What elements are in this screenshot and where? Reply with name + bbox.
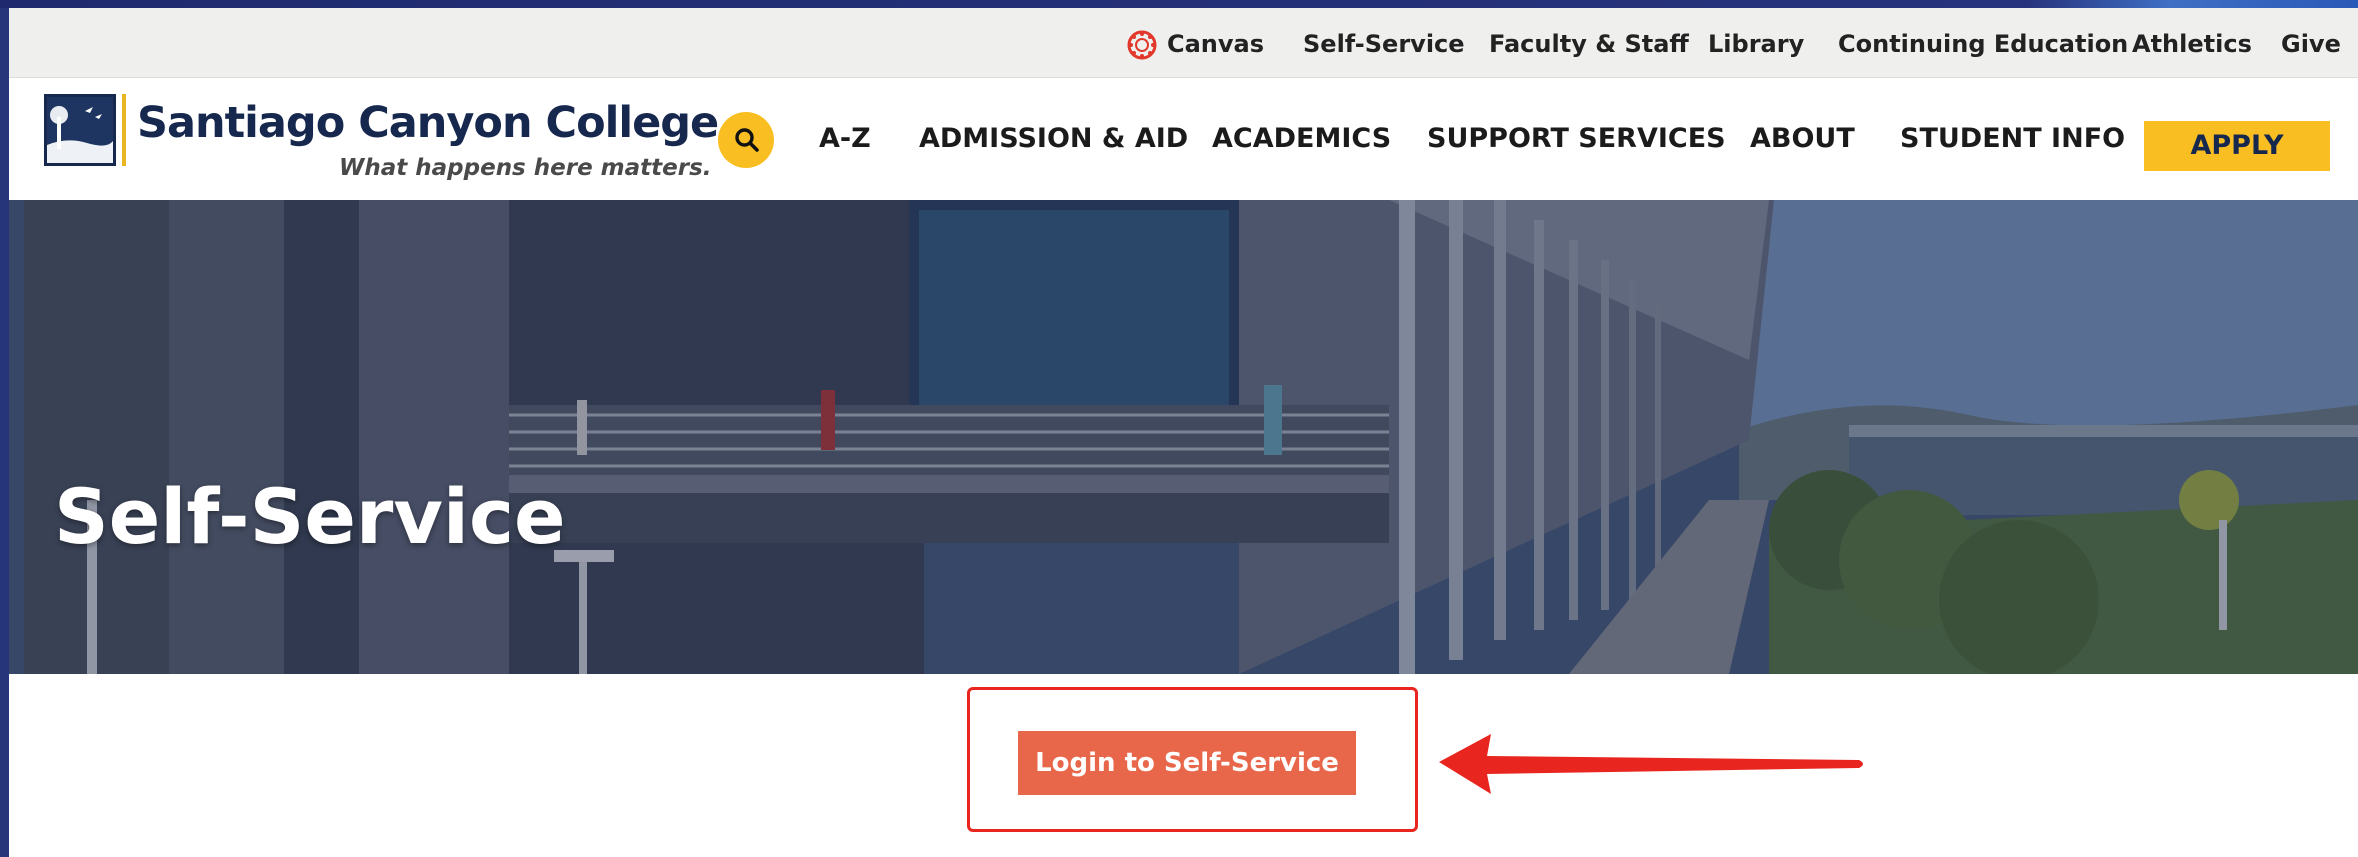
main-nav: Santiago Canyon College What happens her… bbox=[9, 79, 2358, 200]
nav-item-student-info[interactable]: STUDENT INFO bbox=[1900, 119, 2125, 159]
search-button[interactable] bbox=[718, 112, 774, 168]
nav-item-label: SUPPORT SERVICES bbox=[1427, 123, 1726, 154]
nav-item-admission-aid[interactable]: ADMISSION & AID bbox=[919, 119, 1188, 159]
page-title: Self-Service bbox=[54, 472, 566, 561]
utility-link-label: Faculty & Staff bbox=[1489, 30, 1689, 58]
utility-link-canvas[interactable]: Canvas bbox=[1127, 24, 1264, 64]
nav-item-label: ABOUT bbox=[1750, 123, 1855, 154]
search-icon bbox=[735, 128, 759, 152]
nav-item-about[interactable]: ABOUT bbox=[1750, 119, 1855, 159]
nav-item-label: ACADEMICS bbox=[1212, 123, 1392, 154]
nav-item-a-z[interactable]: A-Z bbox=[819, 119, 871, 159]
college-name: Santiago Canyon College bbox=[137, 98, 719, 148]
hero-overlay bbox=[9, 200, 2358, 674]
canvas-icon bbox=[1127, 30, 1157, 60]
logo-tree-mark bbox=[44, 94, 116, 166]
page: Canvas Self-Service Faculty & Staff Libr… bbox=[9, 8, 2358, 857]
nav-item-label: A-Z bbox=[819, 123, 871, 154]
college-logo[interactable]: Santiago Canyon College What happens her… bbox=[44, 94, 719, 194]
top-stripe bbox=[0, 0, 2358, 8]
college-tagline: What happens here matters. bbox=[339, 155, 712, 181]
hero-banner: Self-Service bbox=[9, 200, 2358, 674]
utility-link-label: Library bbox=[1708, 30, 1805, 58]
utility-link-label: Athletics bbox=[2132, 30, 2252, 58]
utility-link-self-service[interactable]: Self-Service bbox=[1303, 24, 1465, 64]
annotation-arrow-icon bbox=[1439, 734, 1863, 794]
browser-frame: Canvas Self-Service Faculty & Staff Libr… bbox=[0, 0, 2358, 857]
apply-button[interactable]: APPLY bbox=[2144, 121, 2330, 171]
logo-gold-bar bbox=[122, 94, 126, 166]
utility-link-label: Self-Service bbox=[1303, 30, 1465, 58]
utility-link-give[interactable]: Give bbox=[2281, 24, 2341, 64]
utility-link-label: Continuing Education bbox=[1838, 30, 2129, 58]
login-self-service-button[interactable]: Login to Self-Service bbox=[1018, 731, 1356, 795]
utility-bar: Canvas Self-Service Faculty & Staff Libr… bbox=[9, 8, 2358, 78]
utility-link-continuing-education[interactable]: Continuing Education bbox=[1838, 24, 2128, 64]
nav-item-label: ADMISSION & AID bbox=[919, 123, 1189, 154]
utility-link-label: Give bbox=[2281, 30, 2341, 58]
nav-item-academics[interactable]: ACADEMICS bbox=[1212, 119, 1391, 159]
tree-icon bbox=[47, 97, 113, 163]
nav-item-support-services[interactable]: SUPPORT SERVICES bbox=[1427, 119, 1726, 159]
utility-link-library[interactable]: Library bbox=[1708, 24, 1804, 64]
utility-link-faculty-staff[interactable]: Faculty & Staff bbox=[1489, 24, 1689, 64]
content-area: Login to Self-Service bbox=[9, 674, 2358, 857]
utility-link-label: Canvas bbox=[1167, 30, 1265, 58]
utility-link-athletics[interactable]: Athletics bbox=[2132, 24, 2252, 64]
nav-item-label: STUDENT INFO bbox=[1900, 123, 2126, 154]
